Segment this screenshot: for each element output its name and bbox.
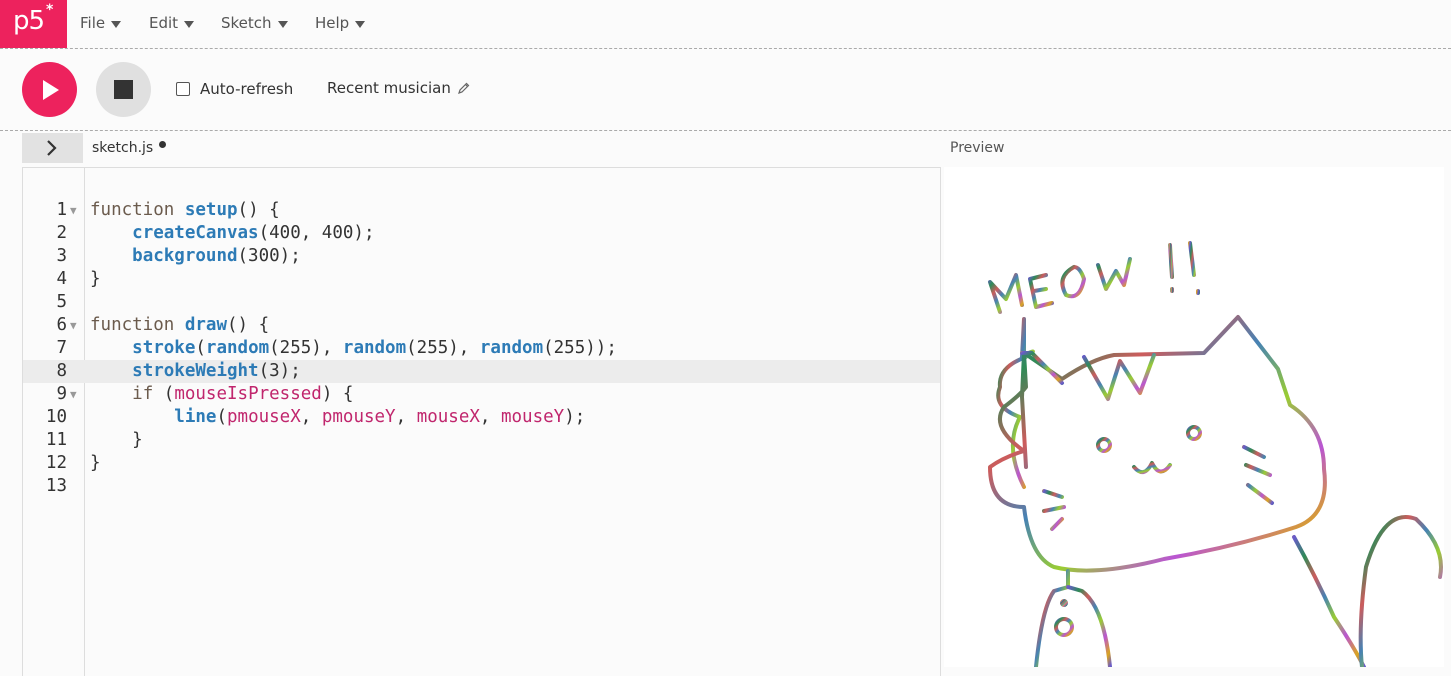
menu-help[interactable]: Help (315, 14, 366, 32)
code-line[interactable]: 8 strokeWeight(3); (23, 360, 940, 383)
line-number: 9 (56, 384, 67, 404)
code-line[interactable]: 10 line(pmouseX, pmouseY, mouseX, mouseY… (23, 406, 940, 429)
code-text: function draw() { (90, 315, 270, 335)
logo-star: * (46, 2, 54, 18)
code-text: } (90, 269, 101, 289)
line-number: 8 (56, 361, 67, 381)
line-number: 6 (56, 315, 67, 335)
code-line[interactable]: 2 createCanvas(400, 400); (23, 222, 940, 245)
unsaved-indicator (159, 141, 166, 148)
code-text: stroke(random(255), random(255), random(… (132, 338, 617, 358)
line-number: 2 (56, 223, 67, 243)
line-number: 7 (56, 338, 67, 358)
chevron-right-icon (47, 140, 57, 156)
menu-file[interactable]: File (80, 14, 122, 32)
code-line[interactable]: 11 } (23, 429, 940, 452)
code-text: line(pmouseX, pmouseY, mouseX, mouseY); (174, 407, 586, 427)
caret-down-icon (355, 20, 366, 28)
p5-logo[interactable]: p5 * (0, 0, 67, 48)
fold-arrow-icon[interactable]: ▼ (70, 199, 77, 222)
auto-refresh-label: Auto-refresh (200, 80, 294, 98)
auto-refresh-checkbox[interactable] (176, 82, 190, 96)
play-button[interactable] (22, 62, 77, 117)
sketch-name-editor[interactable]: Recent musician (327, 79, 470, 97)
code-text: } (90, 453, 101, 473)
caret-down-icon (277, 20, 288, 28)
menu-edit-label: Edit (149, 14, 179, 32)
code-line[interactable]: 4} (23, 268, 940, 291)
line-number: 11 (45, 430, 67, 450)
line-number: 10 (45, 407, 67, 427)
pencil-icon[interactable] (457, 82, 470, 95)
play-icon (43, 80, 59, 100)
line-number: 4 (56, 269, 67, 289)
line-number: 3 (56, 246, 67, 266)
sketch-name: Recent musician (327, 79, 451, 97)
preview-label: Preview (950, 140, 1005, 156)
code-text: } (90, 430, 143, 450)
logo-text: p5 (13, 6, 45, 36)
code-line[interactable]: 5 (23, 291, 940, 314)
code-text: createCanvas(400, 400); (132, 223, 375, 243)
code-text: if (mouseIsPressed) { (132, 384, 354, 404)
fold-arrow-icon[interactable]: ▼ (70, 383, 77, 406)
stop-button[interactable] (96, 62, 151, 117)
code-text: function setup() { (90, 200, 280, 220)
code-line[interactable]: 13 (23, 475, 940, 498)
auto-refresh-toggle: Auto-refresh (176, 80, 293, 98)
menu-sketch-label: Sketch (221, 14, 272, 32)
code-line[interactable]: 7 stroke(random(255), random(255), rando… (23, 337, 940, 360)
fold-arrow-icon[interactable]: ▼ (70, 314, 77, 337)
toolbar: Auto-refresh Recent musician (0, 49, 1451, 131)
code-text: background(300); (132, 246, 301, 266)
code-line[interactable]: 1 ▼ function setup() { (23, 199, 940, 222)
file-tab-sketch-js[interactable]: sketch.js (92, 140, 153, 156)
sidebar-toggle-button[interactable] (22, 133, 83, 163)
code-line[interactable]: 12} (23, 452, 940, 475)
code-line[interactable]: 3 background(300); (23, 245, 940, 268)
line-number: 12 (45, 453, 67, 473)
line-number: 13 (45, 476, 67, 496)
menu-sketch[interactable]: Sketch (221, 14, 288, 32)
menu-edit[interactable]: Edit (149, 14, 195, 32)
caret-down-icon (184, 20, 195, 28)
menu-help-label: Help (315, 14, 350, 32)
menu-file-label: File (80, 14, 106, 32)
preview-canvas[interactable] (944, 167, 1444, 669)
caret-down-icon (111, 20, 122, 28)
code-line[interactable]: 6 ▼ function draw() { (23, 314, 940, 337)
code-editor[interactable]: 1 ▼ function setup() {2 createCanvas(400, … (22, 167, 941, 676)
menu-bar: p5 * File Edit Sketch Help (0, 0, 1451, 49)
code-text: strokeWeight(3); (132, 361, 301, 381)
stop-icon (114, 80, 133, 99)
code-line[interactable]: 9 ▼ if (mouseIsPressed) { (23, 383, 940, 406)
line-number: 5 (56, 292, 67, 312)
line-number: 1 (56, 200, 67, 220)
sketch-drawing (988, 241, 1443, 669)
